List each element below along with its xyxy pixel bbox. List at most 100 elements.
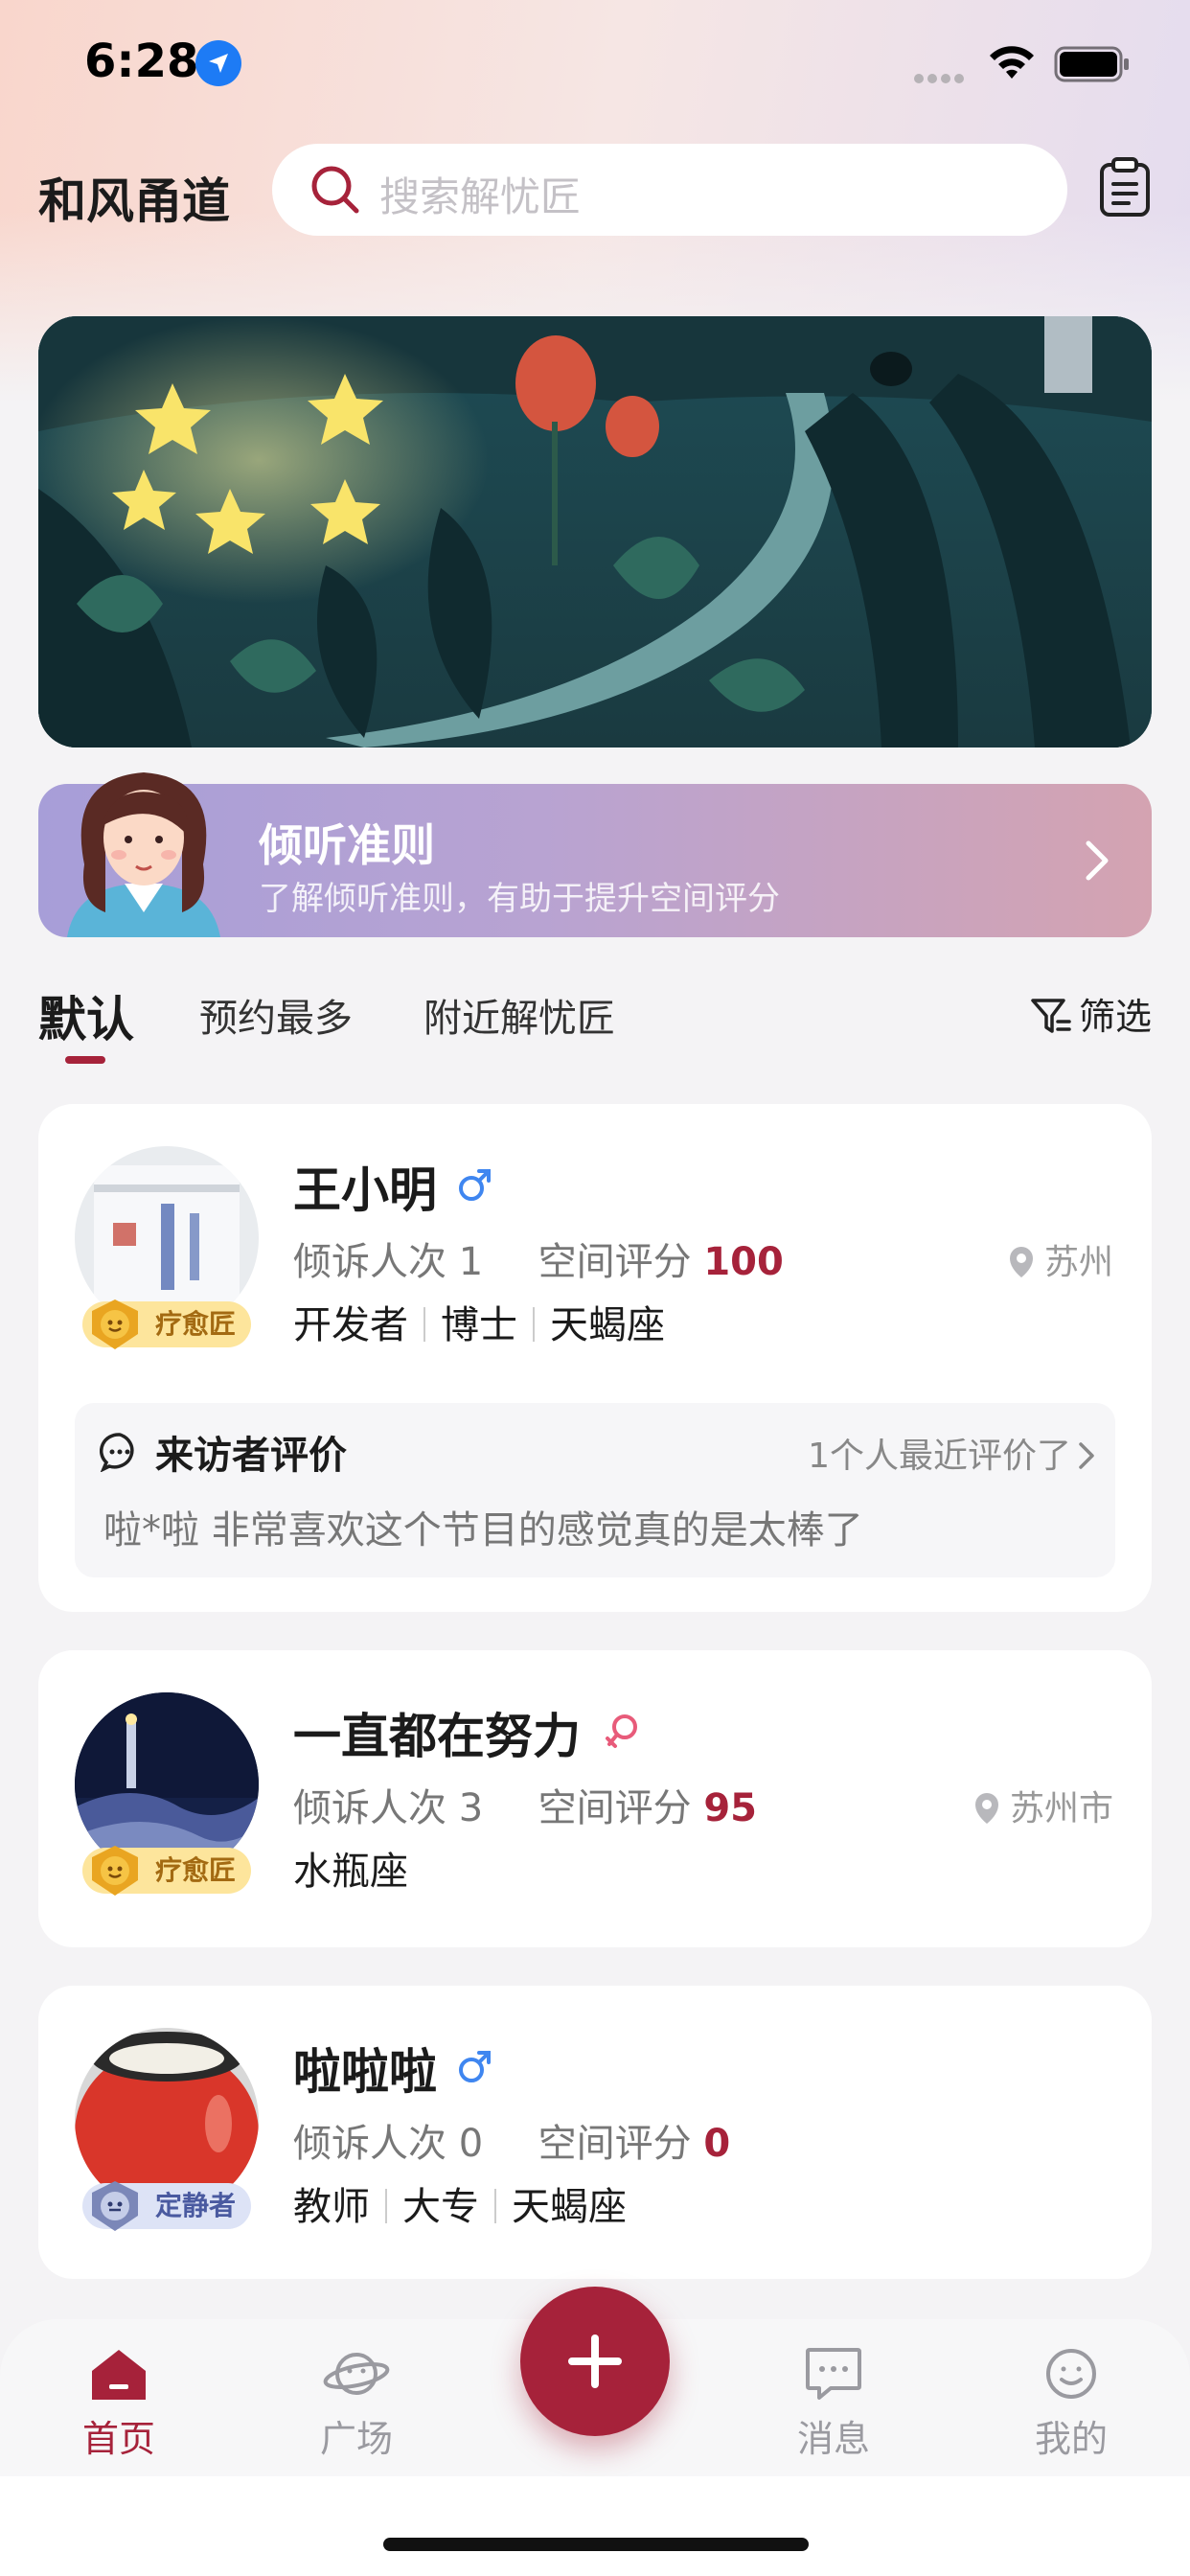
chevron-right-icon — [1079, 1442, 1094, 1469]
filter-button[interactable]: 筛选 — [1029, 987, 1152, 1040]
sort-tabs: 默认 预约最多 附近解忧匠 筛选 — [38, 978, 1152, 1073]
badge-label: 疗愈匠 — [155, 1308, 237, 1340]
tab-nearby[interactable]: 附近解忧匠 — [423, 987, 615, 1043]
guide-avatar-illustration — [67, 772, 220, 937]
status-bar: 6:28 — [0, 0, 1190, 125]
medal-icon — [92, 1300, 138, 1349]
space-score-value: 95 — [703, 1786, 757, 1830]
home-indicator-area — [0, 2476, 1190, 2576]
female-icon — [606, 1714, 637, 1748]
tag: 大专 — [402, 2185, 479, 2229]
talk-count-value: 0 — [458, 2122, 484, 2166]
talk-count-value: 1 — [458, 1240, 484, 1284]
chat-bubble-icon — [100, 1433, 134, 1472]
app-title: 和风甬道 — [38, 173, 230, 229]
battery-icon — [1054, 46, 1129, 82]
home-icon — [92, 2350, 146, 2400]
talk-count-label: 倾诉人次 — [293, 1240, 446, 1284]
level-badge: 疗愈匠 — [82, 1846, 251, 1896]
talk-count-label: 倾诉人次 — [293, 2122, 446, 2166]
promo-banner[interactable] — [38, 316, 1152, 748]
search-placeholder: 搜索解忧匠 — [379, 173, 582, 220]
nav-label: 首页 — [81, 2418, 155, 2460]
tag: 开发者 — [293, 1303, 408, 1347]
status-time: 6:28 — [84, 34, 199, 88]
level-badge: 疗愈匠 — [82, 1300, 251, 1349]
level-badge: 定静者 — [82, 2181, 251, 2231]
listener-avatar-wrap: 疗愈匠 — [75, 1692, 259, 1903]
badge-label: 疗愈匠 — [155, 1854, 237, 1886]
listener-location: 苏州 — [1008, 1234, 1113, 1284]
space-score-value: 100 — [703, 1240, 784, 1284]
cellular-signal-icon — [914, 69, 968, 87]
location-pin-icon — [1009, 1247, 1033, 1277]
talk-count-value: 3 — [458, 1786, 484, 1830]
location-text: 苏州市 — [1009, 1789, 1113, 1828]
listener-tags: 水瓶座 — [293, 1840, 408, 1896]
planet-icon — [323, 2353, 390, 2395]
listener-location: 苏州市 — [973, 1781, 1113, 1830]
search-icon — [311, 166, 359, 214]
space-score-label: 空间评分 — [538, 1240, 692, 1284]
listening-guide-card[interactable]: 倾听准则 了解倾听准则，有助于提升空间评分 — [38, 772, 1152, 937]
review-text: 啦*啦 非常喜欢这个节目的感觉真的是太棒了 — [103, 1508, 863, 1552]
clipboard-icon[interactable] — [1098, 157, 1152, 218]
visitor-review[interactable]: 来访者评价 1个人最近评价了 啦*啦 非常喜欢这个节目的感觉真的是太棒了 — [75, 1403, 1115, 1577]
space-score-label: 空间评分 — [538, 2122, 692, 2166]
message-icon — [806, 2348, 861, 2400]
listener-stats: 倾诉人次 0 空间评分 0 — [293, 2112, 730, 2168]
listener-stats: 倾诉人次 1 空间评分 100 — [293, 1230, 784, 1286]
home-indicator[interactable] — [383, 2538, 809, 2551]
medal-icon — [92, 1846, 138, 1896]
tag: 教师 — [293, 2185, 370, 2229]
profile-icon — [1046, 2349, 1096, 2399]
nav-label: 我的 — [1034, 2418, 1108, 2460]
listener-card[interactable]: 疗愈匠 一直都在努力 倾诉人次 3 空间评分 95 苏州市 水瓶座 — [38, 1650, 1152, 1947]
create-button[interactable] — [520, 2287, 670, 2436]
listener-name: 啦啦啦 — [293, 2044, 437, 2100]
tag: 博士 — [441, 1303, 517, 1347]
tag: 天蝎座 — [550, 1303, 665, 1347]
nav-profile[interactable]: 我的 — [1004, 2346, 1138, 2462]
nav-home[interactable]: 首页 — [52, 2346, 186, 2462]
review-count-text: 1个人最近评价了 — [808, 1437, 1071, 1476]
guide-title: 倾听准则 — [259, 819, 435, 871]
location-arrow-icon — [195, 40, 241, 86]
nav-square[interactable]: 广场 — [289, 2346, 423, 2462]
search-input[interactable]: 搜索解忧匠 — [272, 144, 1067, 236]
space-score-label: 空间评分 — [538, 1786, 692, 1830]
wifi-icon — [990, 46, 1034, 79]
tag: 天蝎座 — [512, 2185, 627, 2229]
tag: 水瓶座 — [293, 1850, 408, 1894]
location-pin-icon — [974, 1793, 998, 1824]
listener-stats: 倾诉人次 3 空间评分 95 — [293, 1777, 757, 1832]
medal-icon — [92, 2181, 138, 2231]
review-count[interactable]: 1个人最近评价了 — [808, 1428, 1096, 1478]
listener-avatar-wrap: 定静者 — [75, 2028, 259, 2239]
plus-icon — [568, 2334, 622, 2388]
listener-name: 一直都在努力 — [293, 1709, 581, 1764]
listener-name: 王小明 — [293, 1162, 437, 1218]
guide-subtitle: 了解倾听准则，有助于提升空间评分 — [259, 880, 780, 918]
badge-label: 定静者 — [155, 2190, 237, 2221]
banner-illustration — [38, 316, 1152, 748]
talk-count-label: 倾诉人次 — [293, 1786, 446, 1830]
nav-label: 消息 — [796, 2418, 870, 2460]
location-text: 苏州 — [1043, 1243, 1113, 1282]
listener-tags: 开发者 博士 天蝎座 — [293, 1294, 665, 1349]
listener-card[interactable]: 定静者 啦啦啦 倾诉人次 0 空间评分 0 教师 大专 天蝎座 — [38, 1986, 1152, 2279]
listener-tags: 教师 大专 天蝎座 — [293, 2175, 627, 2231]
active-tab-indicator — [65, 1056, 105, 1064]
tab-most-booked[interactable]: 预约最多 — [199, 987, 353, 1043]
tab-default[interactable]: 默认 — [38, 981, 134, 1050]
male-icon — [459, 1169, 491, 1201]
nav-label: 广场 — [319, 2418, 393, 2460]
nav-messages[interactable]: 消息 — [767, 2346, 901, 2462]
listener-avatar-wrap: 疗愈匠 — [75, 1146, 259, 1357]
review-title: 来访者评价 — [155, 1434, 347, 1478]
listener-card[interactable]: 疗愈匠 王小明 倾诉人次 1 空间评分 100 苏州 开发者 博士 天蝎座 来访者评… — [38, 1104, 1152, 1612]
filter-icon — [1031, 999, 1071, 1033]
filter-label: 筛选 — [1078, 996, 1152, 1038]
space-score-value: 0 — [703, 2122, 731, 2166]
chevron-right-icon — [1086, 840, 1109, 881]
